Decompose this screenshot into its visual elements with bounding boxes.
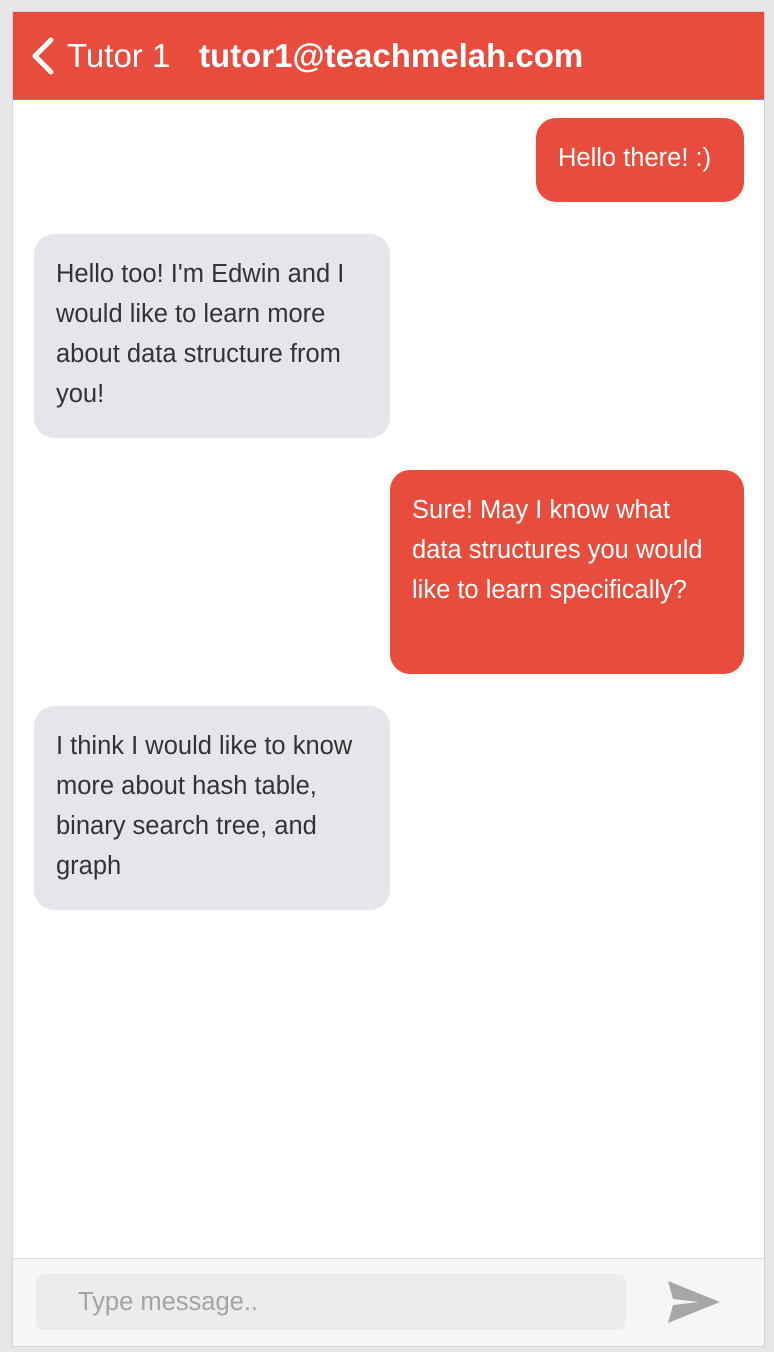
message-input[interactable] (36, 1274, 626, 1330)
message-bubble-sent: Sure! May I know what data structures yo… (390, 470, 744, 674)
message-composer (13, 1258, 764, 1346)
message-bubble-received: I think I would like to know more about … (34, 706, 390, 910)
contact-email: tutor1@teachmelah.com (199, 37, 584, 74)
send-button[interactable] (665, 1277, 723, 1327)
message-bubble-received: Hello too! I'm Edwin and I would like to… (34, 234, 390, 438)
message-bubble-sent: Hello there! :) (536, 118, 744, 202)
chevron-left-icon[interactable] (29, 36, 55, 76)
chat-screen: Tutor 1 tutor1@teachmelah.com Hello ther… (13, 12, 764, 1346)
chat-title: Tutor 1 (67, 37, 171, 74)
chat-header: Tutor 1 tutor1@teachmelah.com (13, 12, 764, 100)
send-icon (668, 1281, 720, 1323)
